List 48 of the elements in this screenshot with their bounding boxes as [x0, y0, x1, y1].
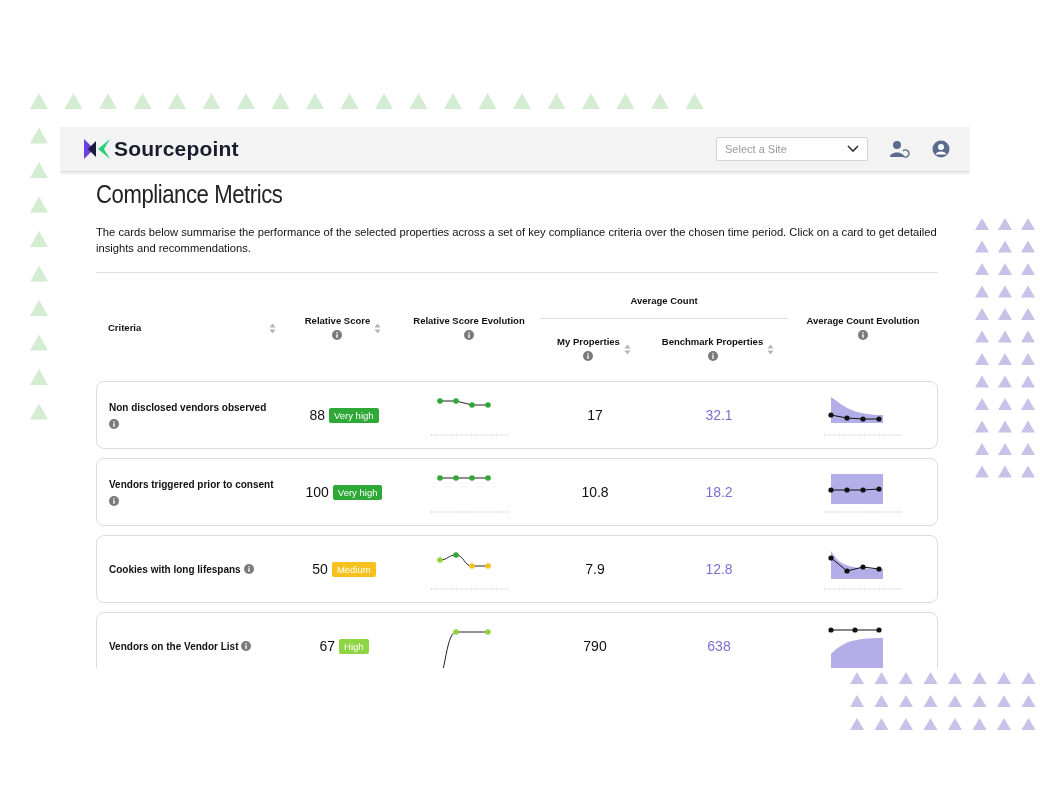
metric-card[interactable]: Vendors triggered prior to consent 100 Very high 10.8 18.2 [96, 458, 938, 526]
column-header: Criteria [108, 321, 142, 333]
column-group-header: Average Count [540, 277, 788, 319]
score-value: 100 [305, 484, 329, 500]
score-value: 88 [309, 407, 325, 423]
user-switch-icon[interactable] [890, 140, 910, 158]
my-properties-value: 790 [582, 638, 608, 654]
site-select[interactable]: Select a Site [716, 137, 868, 161]
info-icon[interactable] [332, 329, 343, 340]
rating-badge: Medium [331, 561, 376, 577]
my-properties-value: 7.9 [584, 561, 606, 577]
info-icon[interactable] [241, 641, 252, 651]
score-value: 50 [312, 561, 328, 577]
info-icon[interactable] [243, 564, 254, 574]
logo-text: Sourcepoint [114, 137, 239, 161]
column-header: Relative Score Evolution [413, 314, 525, 326]
column-header: Relative Score [304, 314, 371, 326]
criteria-label: Vendors triggered prior to consent [109, 478, 274, 490]
criteria-label: Cookies with long lifespans [109, 563, 241, 575]
my-properties-value: 17 [586, 407, 604, 423]
metric-card[interactable]: Non disclosed vendors observed 88 Very high 17 32.1 [96, 381, 938, 449]
criteria-label: Vendors on the Vendor List [109, 640, 239, 652]
metric-card[interactable]: Cookies with long lifespans 50 Medium 7.9 12.8 [96, 535, 938, 603]
page-description: The cards below summarise the performance of the selected properties across a set of key compliance criteria over the chosen time period. Click on a card to get detailed insights and recommendations. [96, 225, 938, 256]
score-value: 67 [319, 638, 335, 654]
page-title: Compliance Metrics [96, 179, 284, 210]
info-icon[interactable] [109, 418, 119, 429]
column-header: Benchmark Properties [661, 335, 764, 347]
column-header: Average Count Evolution [806, 314, 920, 326]
user-avatar-icon[interactable] [932, 140, 950, 158]
rating-badge: Very high [332, 484, 383, 500]
benchmark-value: 12.8 [704, 561, 734, 577]
my-properties-value: 10.8 [580, 484, 610, 500]
logo-icon [84, 137, 110, 161]
info-icon[interactable] [464, 329, 474, 340]
info-icon[interactable] [583, 350, 594, 361]
chevron-down-icon [847, 145, 859, 153]
rating-badge: High [339, 638, 369, 654]
benchmark-value: 638 [706, 638, 732, 654]
info-icon[interactable] [109, 495, 119, 506]
rating-badge: Very high [328, 407, 379, 423]
benchmark-value: 32.1 [704, 407, 734, 423]
info-icon[interactable] [707, 350, 718, 361]
benchmark-value: 18.2 [704, 484, 734, 500]
metric-card[interactable]: Vendors on the Vendor List 67 High 790 638 [96, 612, 938, 668]
criteria-label: Non disclosed vendors observed [109, 401, 267, 413]
column-header: My Properties [557, 335, 620, 347]
info-icon[interactable] [858, 329, 868, 340]
